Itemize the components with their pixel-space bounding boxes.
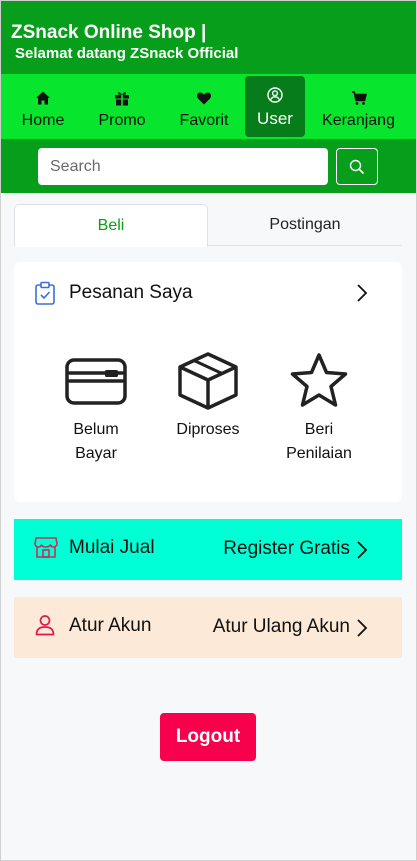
app-header: ZSnack Online Shop | Selamat datang ZSna…	[0, 0, 417, 74]
gift-icon	[115, 92, 129, 106]
reset-account-link[interactable]: Atur Ulang Akun	[213, 615, 350, 639]
logout-button[interactable]: Logout	[160, 713, 256, 761]
orders-title: Pesanan Saya	[69, 282, 193, 303]
heart-icon	[196, 92, 212, 105]
chevron-right-icon	[357, 541, 368, 559]
nav-label-user: User	[257, 109, 293, 128]
tab-postingan[interactable]: Postingan	[208, 204, 402, 246]
status-label-line1: Beri	[304, 421, 334, 438]
shop-title: ZSnack Online Shop |	[11, 22, 207, 43]
clipboard-check-icon	[35, 281, 55, 305]
status-label: Belum Bayar	[36, 418, 156, 466]
register-free-link[interactable]: Register Gratis	[223, 537, 350, 561]
search-icon	[349, 159, 365, 174]
main-nav: Home Promo Favorit User Keranjang	[0, 74, 417, 139]
credit-card-icon	[65, 358, 127, 405]
status-label-line1: Belum	[73, 421, 119, 438]
search-button[interactable]	[336, 148, 378, 185]
start-selling-row[interactable]: Mulai Jual Register Gratis	[14, 519, 402, 580]
status-label: Diproses	[148, 418, 268, 442]
nav-item-promo[interactable]: Promo	[97, 74, 147, 139]
status-label-line2: Bayar	[75, 445, 117, 462]
nav-item-favorit[interactable]: Favorit	[179, 74, 229, 139]
status-belum-bayar[interactable]: Belum Bayar	[36, 356, 156, 466]
status-diproses[interactable]: Diproses	[148, 352, 268, 442]
account-settings-row[interactable]: Atur Akun Atur Ulang Akun	[14, 597, 402, 658]
person-icon	[35, 615, 55, 636]
status-label: Beri Penilaian	[259, 418, 379, 466]
status-beri-penilaian[interactable]: Beri Penilaian	[259, 353, 379, 466]
chevron-right-icon	[357, 619, 368, 637]
search-bar	[0, 139, 417, 193]
star-icon	[290, 353, 348, 407]
status-label-line2: Penilaian	[286, 445, 352, 462]
nav-label-promo: Promo	[98, 112, 146, 129]
chevron-right-icon[interactable]	[355, 283, 369, 303]
cart-icon	[351, 91, 367, 105]
tab-beli[interactable]: Beli	[14, 204, 208, 247]
nav-label-keranjang: Keranjang	[322, 112, 395, 129]
home-icon	[36, 91, 50, 105]
content-tabs: Beli Postingan	[14, 204, 402, 247]
nav-label-favorit: Favorit	[179, 112, 229, 129]
status-label-line1: Diproses	[176, 421, 240, 438]
nav-item-user[interactable]: User	[245, 76, 305, 137]
user-circle-icon	[267, 87, 283, 103]
start-selling-title: Mulai Jual	[69, 537, 155, 558]
nav-item-keranjang[interactable]: Keranjang	[321, 74, 396, 139]
search-input[interactable]	[38, 148, 328, 185]
account-settings-title: Atur Akun	[69, 615, 152, 636]
shop-icon	[34, 537, 58, 558]
box-icon	[178, 352, 238, 410]
nav-item-home[interactable]: Home	[20, 74, 66, 139]
orders-card: Pesanan Saya Belum Bayar Diproses Beri P…	[14, 262, 402, 502]
nav-label-home: Home	[21, 112, 65, 129]
welcome-subtitle: Selamat datang ZSnack Official	[15, 45, 239, 62]
